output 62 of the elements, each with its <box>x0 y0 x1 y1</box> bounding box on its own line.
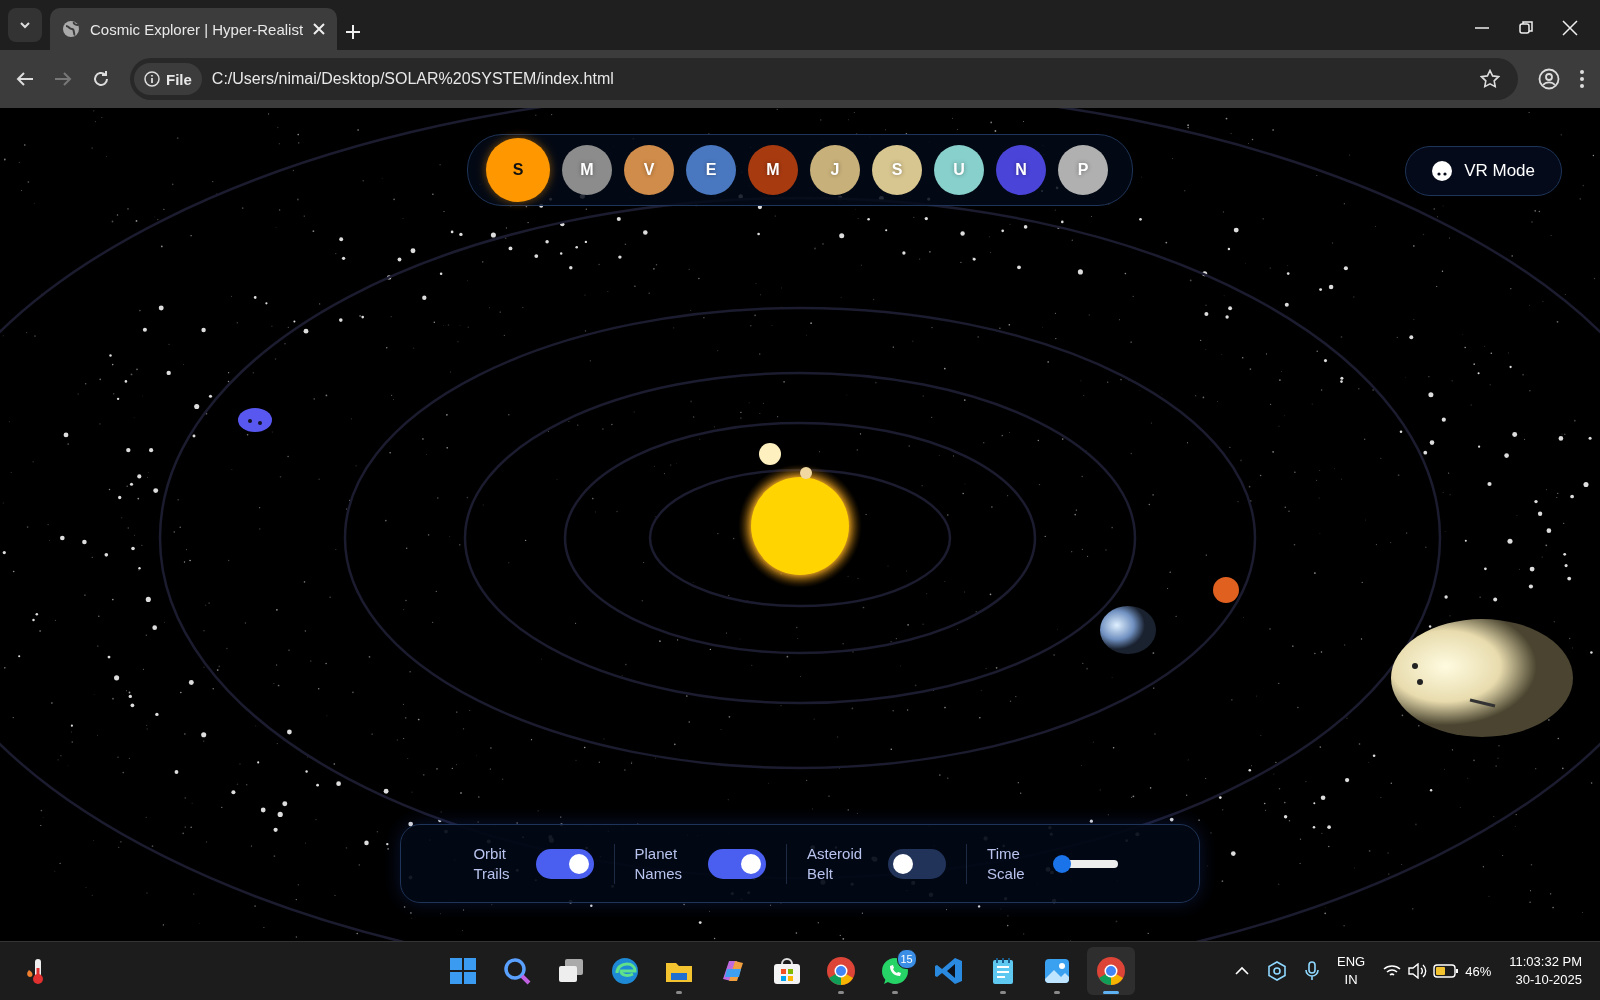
arrow-left-icon <box>16 70 34 88</box>
close-tab-button[interactable] <box>313 23 326 35</box>
tab-list-button[interactable] <box>8 8 42 42</box>
plus-icon <box>345 24 362 40</box>
microphone-icon <box>1305 961 1320 981</box>
reload-icon <box>92 70 110 88</box>
circle-logo-icon <box>824 955 857 987</box>
tray-app-button[interactable] <box>1267 961 1288 981</box>
planet-button[interactable]: M <box>748 145 798 195</box>
wifi-icon <box>1383 964 1402 978</box>
info-icon <box>144 71 160 87</box>
toggle-switch[interactable] <box>535 848 594 879</box>
browser-tab[interactable]: Cosmic Explorer | Hyper-Realist <box>50 8 338 50</box>
taskbar-app-button[interactable] <box>1086 947 1135 995</box>
planet-button[interactable]: N <box>996 145 1046 195</box>
speaker-icon <box>1407 963 1428 979</box>
taskbar-app-button[interactable]: 15 <box>870 947 919 995</box>
planet-button[interactable]: S <box>486 138 550 202</box>
control-label: Time Scale <box>987 843 1025 884</box>
close-icon <box>1562 20 1578 36</box>
bookmark-button[interactable] <box>1480 69 1500 89</box>
address-bar[interactable]: File C:/Users/nimai/Desktop/SOLAR%20SYSTEM/index.html <box>130 58 1518 100</box>
battery-percent: 46% <box>1465 963 1492 979</box>
menu-button[interactable] <box>1580 70 1584 88</box>
control-label: Planet Names <box>634 843 683 884</box>
planet-button[interactable]: E <box>686 145 736 195</box>
cube-icon <box>1267 961 1288 981</box>
circle-logo-icon <box>1094 955 1127 987</box>
restore-icon <box>1518 20 1534 36</box>
forward-button[interactable] <box>54 70 72 88</box>
star-icon <box>1480 69 1500 89</box>
profile-button[interactable] <box>1538 68 1560 90</box>
back-button[interactable] <box>16 70 34 88</box>
battery-icon <box>1433 964 1460 978</box>
notification-count: 15 <box>896 949 917 969</box>
reload-button[interactable] <box>92 70 110 88</box>
tab-title: Cosmic Explorer | Hyper-Realist <box>90 20 304 38</box>
show-hidden-icons-button[interactable] <box>1235 966 1250 976</box>
site-info-button[interactable]: File <box>134 63 202 95</box>
menu-icon <box>1580 70 1584 88</box>
caret-up-icon <box>1235 966 1250 976</box>
vr-headset-icon <box>1432 161 1453 181</box>
vr-mode-button[interactable]: VR Mode <box>1405 146 1562 196</box>
microphone-button[interactable] <box>1305 961 1320 981</box>
code-editor-icon <box>932 955 965 987</box>
new-tab-button[interactable] <box>345 24 362 40</box>
clock-button[interactable]: 11:03:32 PM 30-10-2025 <box>1509 953 1590 989</box>
profile-icon <box>1538 68 1560 90</box>
close-icon <box>313 23 326 35</box>
close-window-button[interactable] <box>1562 20 1578 36</box>
toggle-switch[interactable] <box>888 848 947 879</box>
globe-icon <box>62 20 80 38</box>
control-label: Orbit Trails <box>473 843 510 884</box>
slider-thumb[interactable] <box>1053 854 1072 873</box>
restore-button[interactable] <box>1518 20 1534 36</box>
toggle-switch[interactable] <box>708 848 767 879</box>
url-text: C:/Users/nimai/Desktop/SOLAR%20SYSTEM/index.html <box>211 70 615 88</box>
quick-settings-button[interactable]: 46% <box>1383 963 1492 979</box>
minimize-icon <box>1474 27 1490 29</box>
arrow-right-icon <box>54 70 72 88</box>
input-language-button[interactable]: ENG IN <box>1337 953 1366 989</box>
control-label: Asteroid Belt <box>807 843 863 884</box>
